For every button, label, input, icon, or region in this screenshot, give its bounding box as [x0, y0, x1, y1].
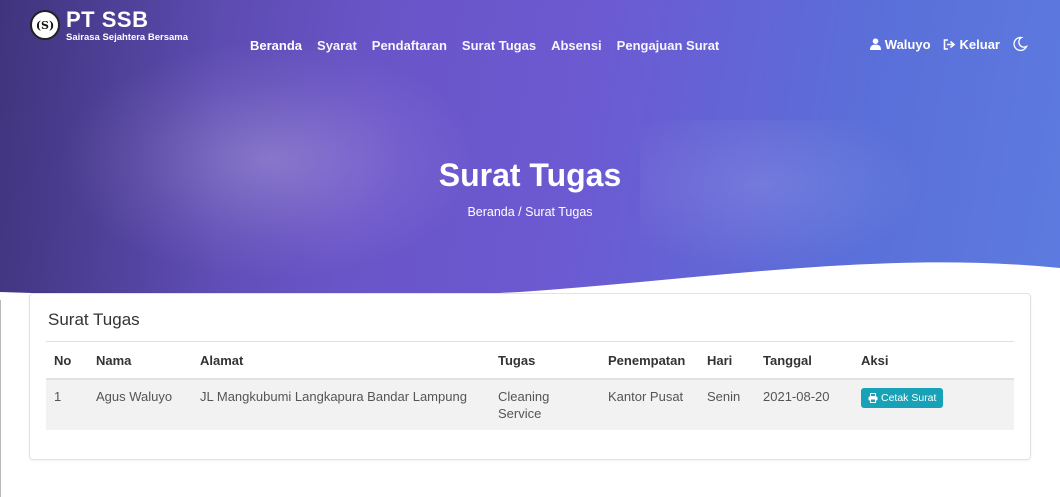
user-menu[interactable]: Waluyo	[869, 36, 931, 52]
print-button-label: Cetak Surat	[881, 392, 937, 404]
brand-title: PT SSB	[66, 7, 149, 32]
column-header-no: No	[46, 341, 88, 380]
table-row: 1 Agus Waluyo JL Mangkubumi Langkapura B…	[46, 379, 1014, 430]
user-name: Waluyo	[884, 36, 931, 52]
nav-item-beranda[interactable]: Beranda	[250, 38, 302, 53]
cell-penempatan: Kantor Pusat	[600, 379, 699, 430]
table-header-row: No Nama Alamat Tugas Penempatan Hari Tan…	[46, 341, 1014, 380]
print-icon	[868, 393, 878, 403]
moon-icon	[1013, 36, 1028, 52]
nav-item-pendaftaran[interactable]: Pendaftaran	[372, 38, 447, 53]
column-header-alamat: Alamat	[192, 341, 490, 380]
column-header-tanggal: Tanggal	[755, 341, 853, 380]
brand-logo: (S)	[30, 10, 60, 40]
column-header-hari: Hari	[699, 341, 755, 380]
logout-link[interactable]: Keluar	[943, 37, 1000, 52]
breadcrumb: Beranda / Surat Tugas	[467, 205, 593, 219]
cell-no: 1	[46, 379, 88, 430]
main-nav: Beranda Syarat Pendaftaran Surat Tugas A…	[250, 38, 734, 53]
sign-out-icon	[943, 38, 955, 50]
page-title: Surat Tugas	[438, 157, 622, 193]
cell-nama: Agus Waluyo	[88, 379, 192, 430]
surat-tugas-table: No Nama Alamat Tugas Penempatan Hari Tan…	[46, 341, 1014, 430]
nav-item-pengajuan-surat[interactable]: Pengajuan Surat	[617, 38, 720, 53]
nav-item-surat-tugas[interactable]: Surat Tugas	[462, 38, 536, 53]
cell-tanggal: 2021-08-20	[755, 379, 853, 430]
nav-item-syarat[interactable]: Syarat	[317, 38, 357, 53]
column-header-aksi: Aksi	[853, 341, 1014, 380]
brand[interactable]: (S) PT SSB Sairasa Sejahtera Bersama	[30, 8, 188, 44]
column-header-nama: Nama	[88, 341, 192, 380]
hero-wave	[0, 262, 1060, 300]
column-header-penempatan: Penempatan	[600, 341, 699, 380]
nav-item-absensi[interactable]: Absensi	[551, 38, 602, 53]
cell-alamat: JL Mangkubumi Langkapura Bandar Lampung	[192, 379, 490, 430]
brand-subtitle: Sairasa Sejahtera Bersama	[66, 32, 188, 43]
cell-tugas: Cleaning Service	[490, 379, 600, 430]
hero-banner: (S) PT SSB Sairasa Sejahtera Bersama Ber…	[0, 0, 1060, 300]
surat-tugas-card: Surat Tugas No Nama Alamat Tugas Penempa…	[29, 293, 1031, 460]
card-title: Surat Tugas	[48, 310, 140, 329]
user-icon	[869, 38, 881, 50]
print-letter-button[interactable]: Cetak Surat	[861, 388, 944, 408]
nav-user-area: Waluyo Keluar	[858, 36, 1032, 52]
cell-aksi: Cetak Surat	[853, 379, 1014, 430]
theme-toggle[interactable]	[1012, 36, 1032, 52]
column-header-tugas: Tugas	[490, 341, 600, 380]
cell-hari: Senin	[699, 379, 755, 430]
logout-label: Keluar	[959, 36, 1000, 52]
